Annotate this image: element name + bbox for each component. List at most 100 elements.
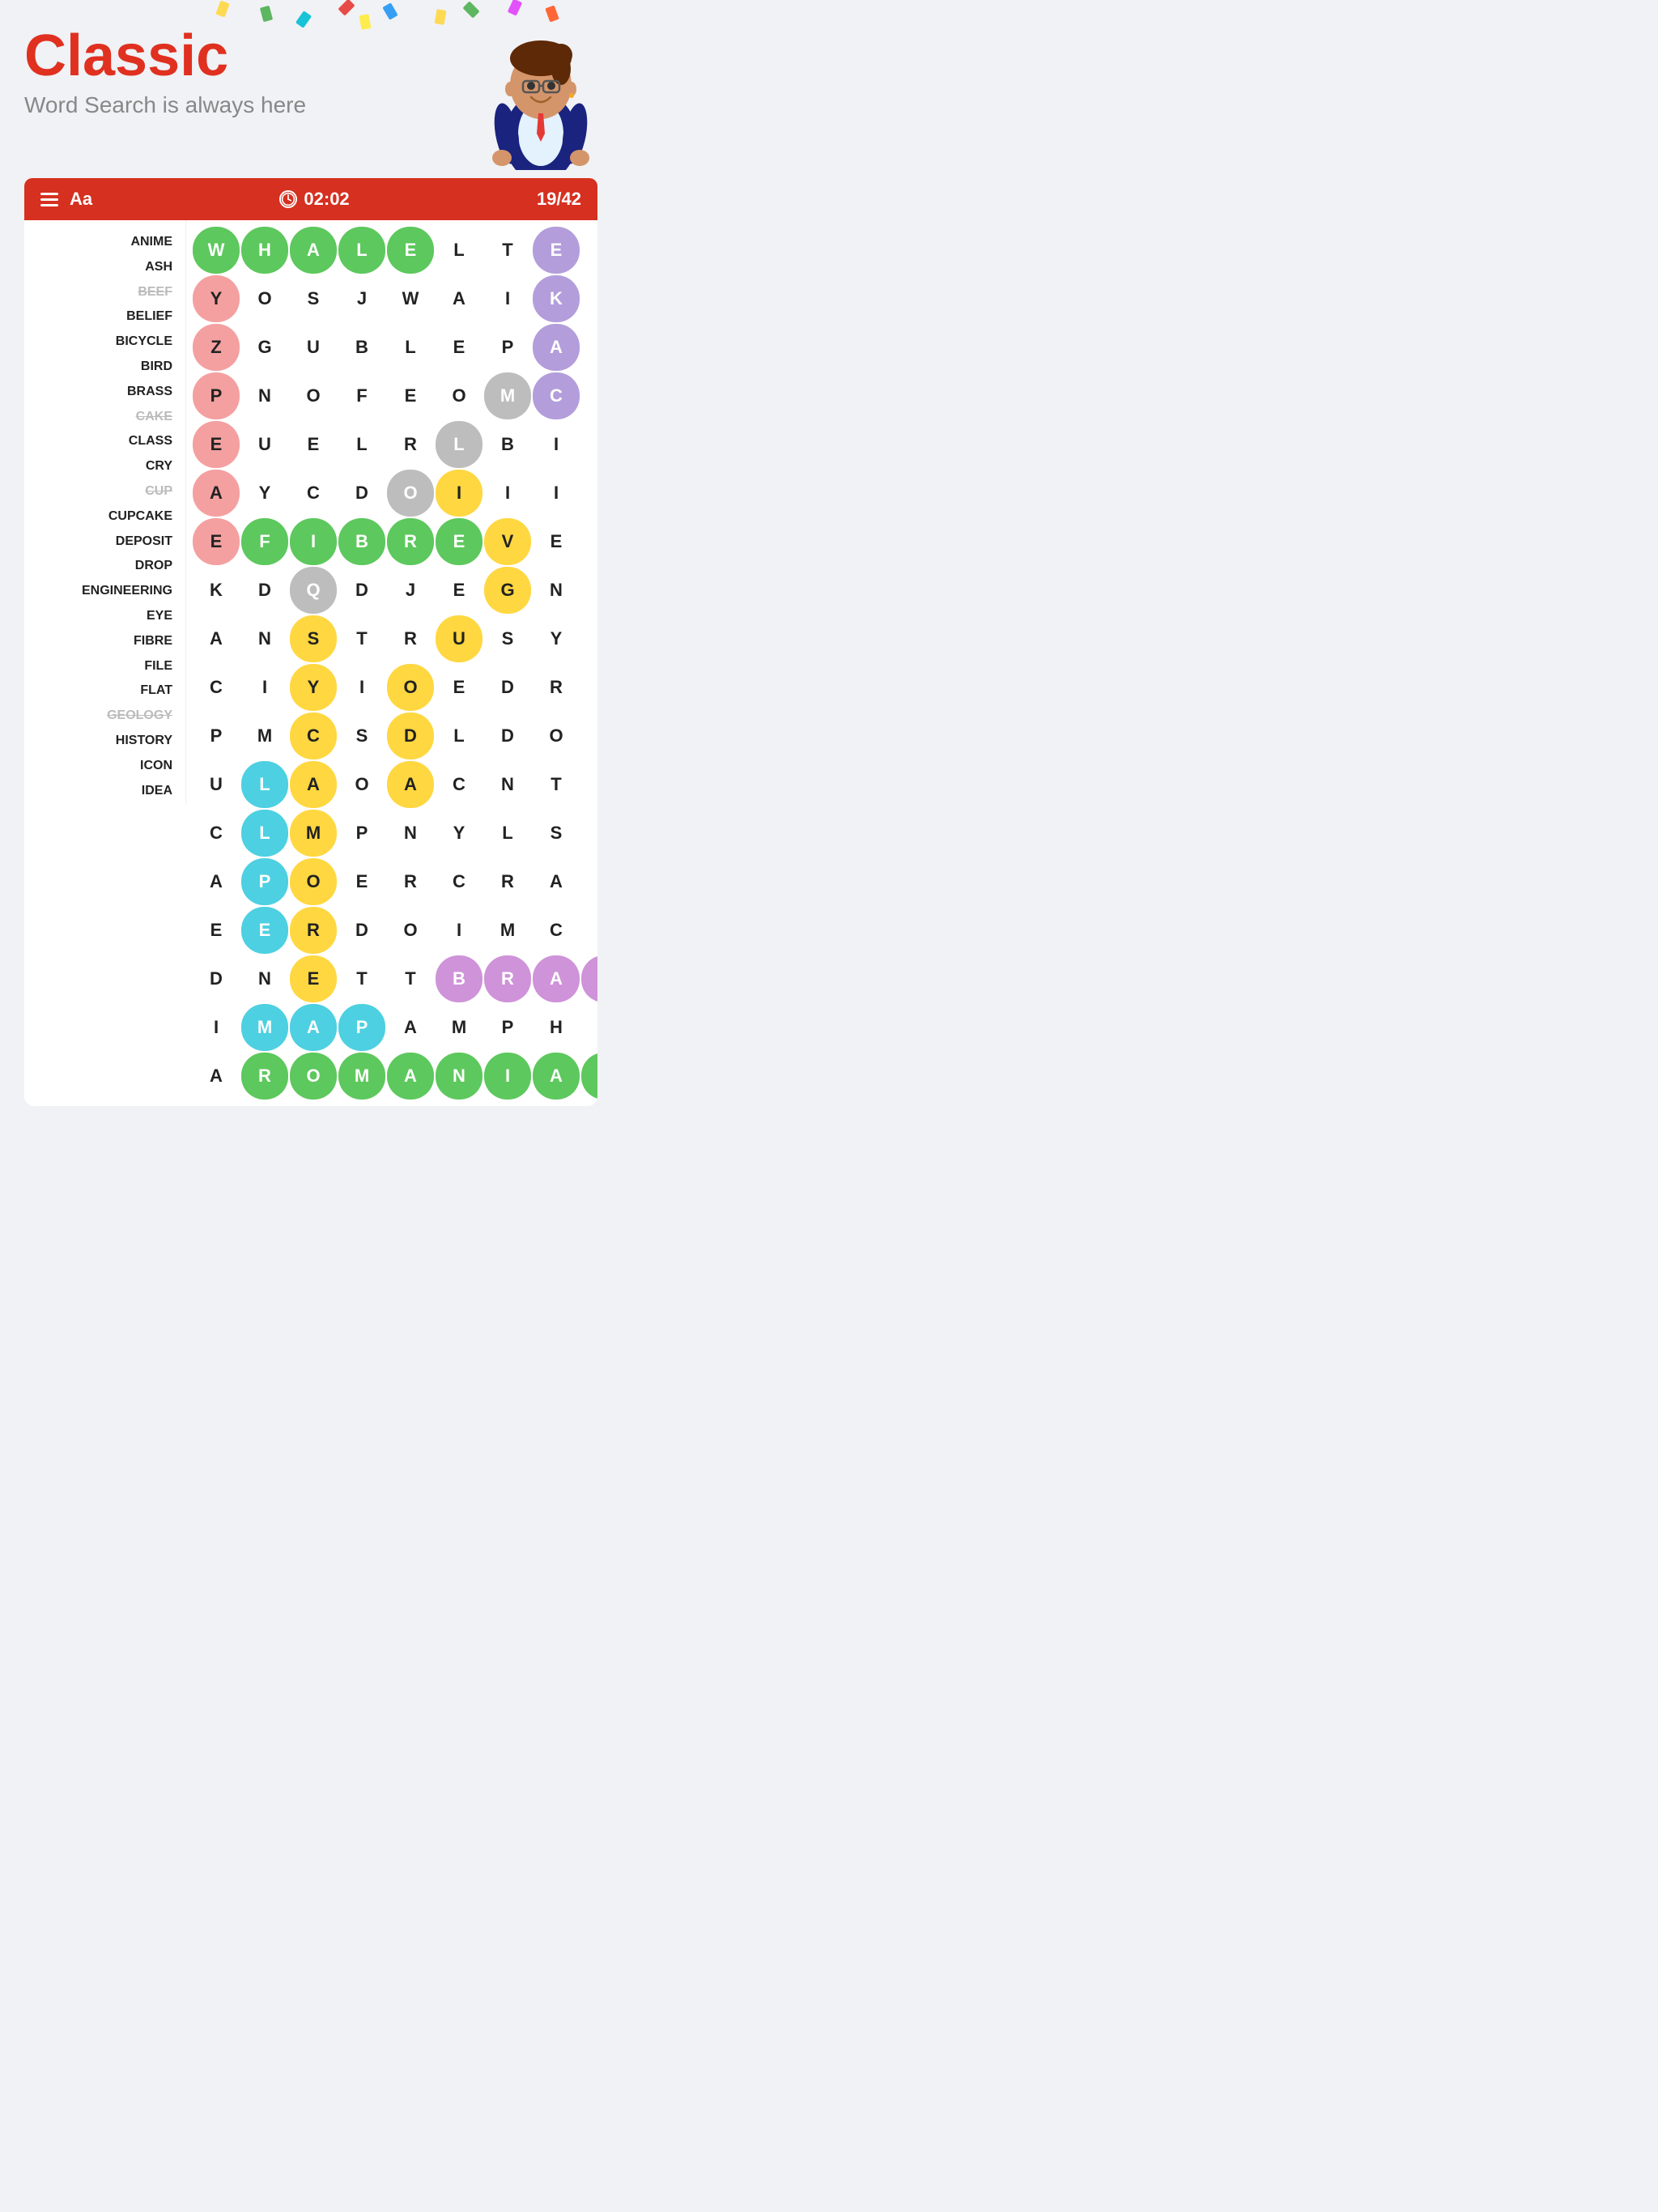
- grid-cell[interactable]: B: [484, 421, 531, 468]
- word-grid[interactable]: WHALELTELFGYOSJWAIKIENZGUBLEPAFEIPNOFEOM…: [193, 227, 591, 1100]
- grid-cell[interactable]: I: [484, 470, 531, 517]
- grid-cell[interactable]: E: [436, 664, 483, 711]
- grid-cell[interactable]: R: [387, 615, 434, 662]
- grid-cell[interactable]: H: [533, 1004, 580, 1051]
- grid-cell[interactable]: A: [533, 858, 580, 905]
- grid-cell[interactable]: N: [484, 761, 531, 808]
- grid-cell[interactable]: T: [484, 227, 531, 274]
- grid-cell[interactable]: T: [338, 955, 385, 1002]
- grid-cell[interactable]: T: [533, 761, 580, 808]
- grid-cell[interactable]: L: [436, 227, 483, 274]
- grid-cell[interactable]: T: [581, 372, 597, 419]
- grid-cell[interactable]: E: [436, 567, 483, 614]
- grid-cell[interactable]: T: [338, 615, 385, 662]
- grid-cell[interactable]: I: [533, 421, 580, 468]
- grid-cell[interactable]: A: [193, 1053, 240, 1100]
- grid-cell[interactable]: R: [484, 955, 531, 1002]
- grid-cell[interactable]: I: [436, 470, 483, 517]
- grid-cell[interactable]: G: [241, 324, 288, 371]
- grid-cell[interactable]: S: [581, 907, 597, 954]
- grid-cell[interactable]: E: [533, 227, 580, 274]
- grid-cell[interactable]: U: [290, 324, 337, 371]
- grid-cell[interactable]: P: [193, 713, 240, 759]
- grid-cell[interactable]: R: [387, 421, 434, 468]
- grid-cell[interactable]: R: [241, 1053, 288, 1100]
- grid-cell[interactable]: M: [241, 713, 288, 759]
- grid-cell[interactable]: C: [290, 713, 337, 759]
- grid-cell[interactable]: E: [241, 907, 288, 954]
- grid-cell[interactable]: A: [193, 858, 240, 905]
- grid-cell[interactable]: I: [484, 275, 531, 322]
- grid-cell[interactable]: C: [581, 664, 597, 711]
- menu-button[interactable]: [40, 193, 58, 206]
- grid-cell[interactable]: M: [436, 1004, 483, 1051]
- grid-cell[interactable]: S: [338, 713, 385, 759]
- grid-cell[interactable]: O: [290, 372, 337, 419]
- grid-cell[interactable]: I: [436, 907, 483, 954]
- grid-cell[interactable]: U: [436, 615, 483, 662]
- grid-cell[interactable]: Q: [290, 567, 337, 614]
- grid-cell[interactable]: I: [241, 664, 288, 711]
- grid-cell[interactable]: Z: [581, 858, 597, 905]
- grid-cell[interactable]: N: [533, 567, 580, 614]
- grid-cell[interactable]: O: [338, 761, 385, 808]
- grid-cell[interactable]: O: [290, 858, 337, 905]
- grid-cell[interactable]: E: [193, 518, 240, 565]
- grid-cell[interactable]: P: [241, 858, 288, 905]
- grid-cell[interactable]: Y: [193, 275, 240, 322]
- grid-cell[interactable]: E: [290, 421, 337, 468]
- grid-cell[interactable]: Y: [436, 810, 483, 857]
- grid-cell[interactable]: L: [581, 227, 597, 274]
- grid-cell[interactable]: A: [436, 275, 483, 322]
- grid-cell[interactable]: A: [290, 227, 337, 274]
- grid-cell[interactable]: V: [484, 518, 531, 565]
- grid-cell[interactable]: C: [193, 810, 240, 857]
- grid-cell[interactable]: R: [387, 518, 434, 565]
- grid-cell[interactable]: Y: [533, 615, 580, 662]
- grid-cell[interactable]: D: [484, 713, 531, 759]
- grid-cell[interactable]: D: [241, 567, 288, 614]
- grid-cell[interactable]: E: [387, 372, 434, 419]
- grid-cell[interactable]: C: [533, 907, 580, 954]
- grid-cell[interactable]: A: [193, 615, 240, 662]
- grid-cell[interactable]: Y: [290, 664, 337, 711]
- grid-cell[interactable]: U: [241, 421, 288, 468]
- grid-cell[interactable]: O: [290, 1053, 337, 1100]
- grid-cell[interactable]: E: [193, 907, 240, 954]
- grid-cell[interactable]: F: [241, 518, 288, 565]
- grid-cell[interactable]: C: [533, 372, 580, 419]
- grid-cell[interactable]: D: [193, 955, 240, 1002]
- grid-cell[interactable]: J: [338, 275, 385, 322]
- font-button[interactable]: Aa: [70, 189, 92, 210]
- grid-cell[interactable]: I: [290, 518, 337, 565]
- grid-container[interactable]: WHALELTELFGYOSJWAIKIENZGUBLEPAFEIPNOFEOM…: [186, 220, 597, 1106]
- grid-cell[interactable]: O: [436, 372, 483, 419]
- grid-cell[interactable]: S: [533, 810, 580, 857]
- grid-cell[interactable]: I: [484, 1053, 531, 1100]
- grid-cell[interactable]: R: [484, 858, 531, 905]
- grid-cell[interactable]: A: [193, 470, 240, 517]
- grid-cell[interactable]: E: [193, 421, 240, 468]
- grid-cell[interactable]: P: [484, 324, 531, 371]
- grid-cell[interactable]: P: [338, 810, 385, 857]
- grid-cell[interactable]: C: [436, 761, 483, 808]
- grid-cell[interactable]: N: [581, 1053, 597, 1100]
- grid-cell[interactable]: A: [387, 761, 434, 808]
- grid-cell[interactable]: N: [387, 810, 434, 857]
- grid-cell[interactable]: H: [241, 227, 288, 274]
- grid-cell[interactable]: N: [436, 1053, 483, 1100]
- grid-cell[interactable]: M: [338, 1053, 385, 1100]
- grid-cell[interactable]: S: [290, 275, 337, 322]
- grid-cell[interactable]: W: [193, 227, 240, 274]
- grid-cell[interactable]: E: [581, 713, 597, 759]
- grid-cell[interactable]: O: [241, 275, 288, 322]
- grid-cell[interactable]: N: [241, 615, 288, 662]
- grid-cell[interactable]: P: [193, 372, 240, 419]
- grid-cell[interactable]: R: [581, 421, 597, 468]
- grid-cell[interactable]: C: [290, 470, 337, 517]
- grid-cell[interactable]: O: [533, 713, 580, 759]
- grid-cell[interactable]: A: [387, 1004, 434, 1051]
- grid-cell[interactable]: L: [436, 421, 483, 468]
- grid-cell[interactable]: G: [484, 567, 531, 614]
- grid-cell[interactable]: A: [533, 1053, 580, 1100]
